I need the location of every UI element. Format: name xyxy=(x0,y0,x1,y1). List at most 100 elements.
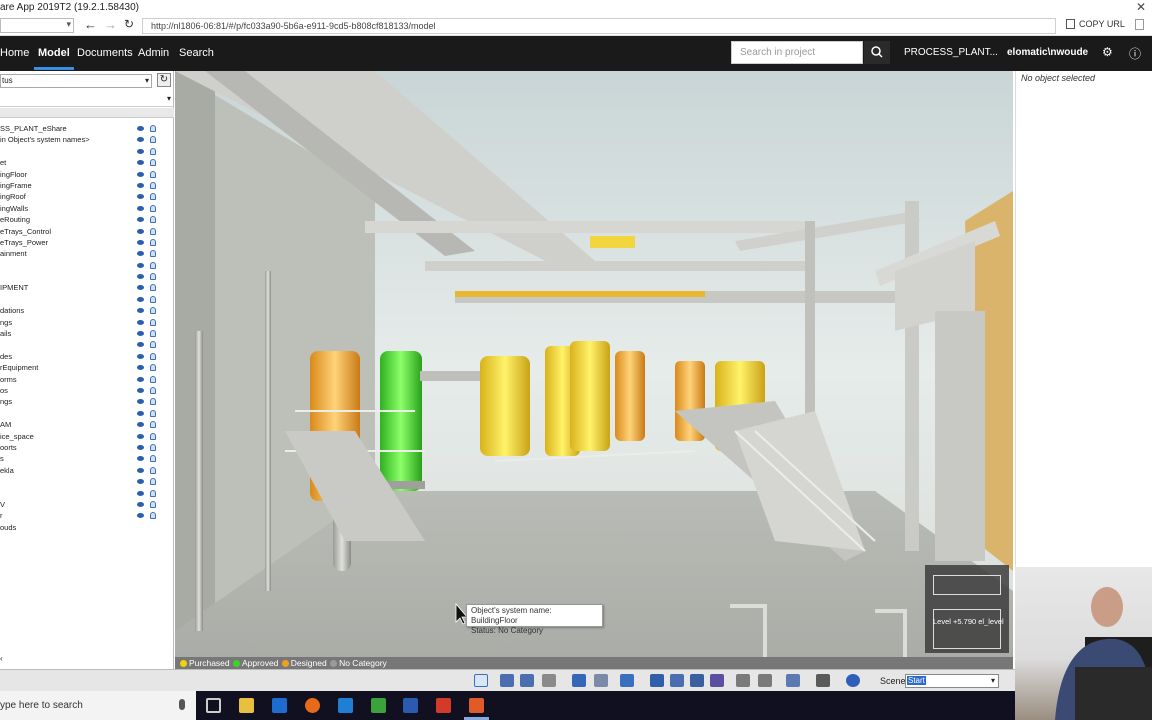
highlight-bulb-icon[interactable] xyxy=(150,341,156,349)
highlight-bulb-icon[interactable] xyxy=(150,478,156,486)
tree-row[interactable] xyxy=(0,339,174,350)
app-red-icon[interactable] xyxy=(436,698,451,713)
tree-row[interactable]: ails xyxy=(0,328,174,339)
visibility-eye-icon[interactable] xyxy=(137,319,144,325)
highlight-bulb-icon[interactable] xyxy=(150,455,156,463)
scene-dropdown[interactable]: Start ▾ xyxy=(905,674,999,688)
tree-row[interactable]: ekla xyxy=(0,465,174,476)
orbit-tool-icon[interactable] xyxy=(594,674,608,687)
edge-icon[interactable] xyxy=(338,698,353,713)
highlight-bulb-icon[interactable] xyxy=(150,284,156,292)
measure-tool-icon[interactable] xyxy=(620,674,634,687)
highlight-bulb-icon[interactable] xyxy=(150,250,156,258)
settings-icon[interactable] xyxy=(816,674,830,687)
visibility-eye-icon[interactable] xyxy=(137,456,144,462)
next-view-icon[interactable] xyxy=(520,674,534,687)
visibility-eye-icon[interactable] xyxy=(137,160,144,166)
highlight-bulb-icon[interactable] xyxy=(150,227,156,235)
visibility-eye-icon[interactable] xyxy=(137,182,144,188)
previous-view-icon[interactable] xyxy=(500,674,514,687)
highlight-bulb-icon[interactable] xyxy=(150,238,156,246)
help-icon[interactable] xyxy=(846,674,860,687)
tree-row[interactable]: oorts xyxy=(0,442,174,453)
refresh-icon[interactable]: ↻ xyxy=(124,17,134,31)
tree-row[interactable]: SS_PLANT_eShare xyxy=(0,123,174,134)
visibility-eye-icon[interactable] xyxy=(137,285,144,291)
tree-row[interactable]: eRouting xyxy=(0,214,174,225)
highlight-bulb-icon[interactable] xyxy=(150,295,156,303)
tree-row[interactable]: des xyxy=(0,351,174,362)
tree-row[interactable]: ouds xyxy=(0,522,174,533)
close-window-icon[interactable]: ✕ xyxy=(1136,0,1146,14)
tab-model[interactable]: Model xyxy=(34,47,74,70)
tab-home[interactable]: Home xyxy=(0,47,29,59)
eshare-icon[interactable] xyxy=(469,698,484,713)
highlight-bulb-icon[interactable] xyxy=(150,330,156,338)
visibility-eye-icon[interactable] xyxy=(137,490,144,496)
project-name[interactable]: PROCESS_PLANT... xyxy=(904,47,998,58)
tab-admin[interactable]: Admin xyxy=(138,47,169,59)
url-field[interactable]: http://nl1806-06:81/#/p/fc033a90-5b6a-e9… xyxy=(142,18,1056,34)
microphone-icon[interactable] xyxy=(179,699,185,710)
highlight-bulb-icon[interactable] xyxy=(150,273,156,281)
highlight-bulb-icon[interactable] xyxy=(150,500,156,508)
tree-row[interactable]: os xyxy=(0,385,174,396)
visibility-eye-icon[interactable] xyxy=(137,126,144,131)
visibility-eye-icon[interactable] xyxy=(137,148,144,154)
tree-row[interactable]: IPMENT xyxy=(0,282,174,293)
tree-row[interactable] xyxy=(0,146,174,157)
tree-row[interactable]: ingFloor xyxy=(0,169,174,180)
visibility-eye-icon[interactable] xyxy=(137,251,144,257)
visibility-eye-icon[interactable] xyxy=(137,342,144,348)
highlight-bulb-icon[interactable] xyxy=(150,261,156,269)
minimap-top[interactable] xyxy=(933,575,1001,595)
highlight-bulb-icon[interactable] xyxy=(150,386,156,394)
project-search-input[interactable]: Search in project xyxy=(731,41,863,64)
level-minimap[interactable]: Level +5.790 el_level xyxy=(925,565,1009,653)
tree-row[interactable] xyxy=(0,408,174,419)
collapse-arrow-icon[interactable]: ‹ xyxy=(0,654,3,663)
visibility-eye-icon[interactable] xyxy=(137,410,144,416)
visibility-eye-icon[interactable] xyxy=(137,194,144,200)
tree-row[interactable]: ainment xyxy=(0,248,174,259)
highlight-bulb-icon[interactable] xyxy=(150,216,156,224)
history-dropdown[interactable]: ▾ xyxy=(0,18,74,33)
user-name[interactable]: elomatic\nwoude xyxy=(1007,47,1088,58)
highlight-bulb-icon[interactable] xyxy=(150,170,156,178)
tree-row[interactable]: V xyxy=(0,499,174,510)
visibility-eye-icon[interactable] xyxy=(137,217,144,223)
tree-row[interactable]: dations xyxy=(0,305,174,316)
tree-row[interactable]: ngs xyxy=(0,396,174,407)
section-tool-icon[interactable] xyxy=(670,674,684,687)
highlight-bulb-icon[interactable] xyxy=(150,375,156,383)
highlight-bulb-icon[interactable] xyxy=(150,421,156,429)
windows-search-box[interactable]: ype here to search xyxy=(0,691,196,720)
visibility-eye-icon[interactable] xyxy=(137,513,144,519)
tree-row[interactable]: AM xyxy=(0,419,174,430)
highlight-bulb-icon[interactable] xyxy=(150,159,156,167)
info-icon[interactable]: ⓘ xyxy=(1129,45,1141,62)
visibility-eye-icon[interactable] xyxy=(137,353,144,359)
cube-view-icon[interactable] xyxy=(572,674,586,687)
tree-row[interactable]: s xyxy=(0,453,174,464)
tree-row[interactable]: ingWalls xyxy=(0,203,174,214)
camtasia-icon[interactable] xyxy=(371,698,386,713)
forward-arrow-icon[interactable]: → xyxy=(104,17,117,32)
highlight-bulb-icon[interactable] xyxy=(150,318,156,326)
xyz-tool-icon[interactable] xyxy=(650,674,664,687)
visibility-eye-icon[interactable] xyxy=(137,376,144,382)
color-tool-icon[interactable] xyxy=(710,674,724,687)
minimap-level[interactable] xyxy=(933,609,1001,649)
outlook-icon[interactable] xyxy=(272,698,287,713)
visibility-eye-icon[interactable] xyxy=(137,228,144,234)
highlight-bulb-icon[interactable] xyxy=(150,136,156,144)
tree-row[interactable]: orms xyxy=(0,374,174,385)
visibility-eye-icon[interactable] xyxy=(137,331,144,337)
visibility-eye-icon[interactable] xyxy=(137,296,144,302)
highlight-bulb-icon[interactable] xyxy=(150,398,156,406)
back-arrow-icon[interactable]: ← xyxy=(84,17,97,32)
highlight-bulb-icon[interactable] xyxy=(150,466,156,474)
tree-row[interactable]: eTrays_Power xyxy=(0,237,174,248)
tree-row[interactable]: ingFrame xyxy=(0,180,174,191)
highlight-bulb-icon[interactable] xyxy=(150,352,156,360)
